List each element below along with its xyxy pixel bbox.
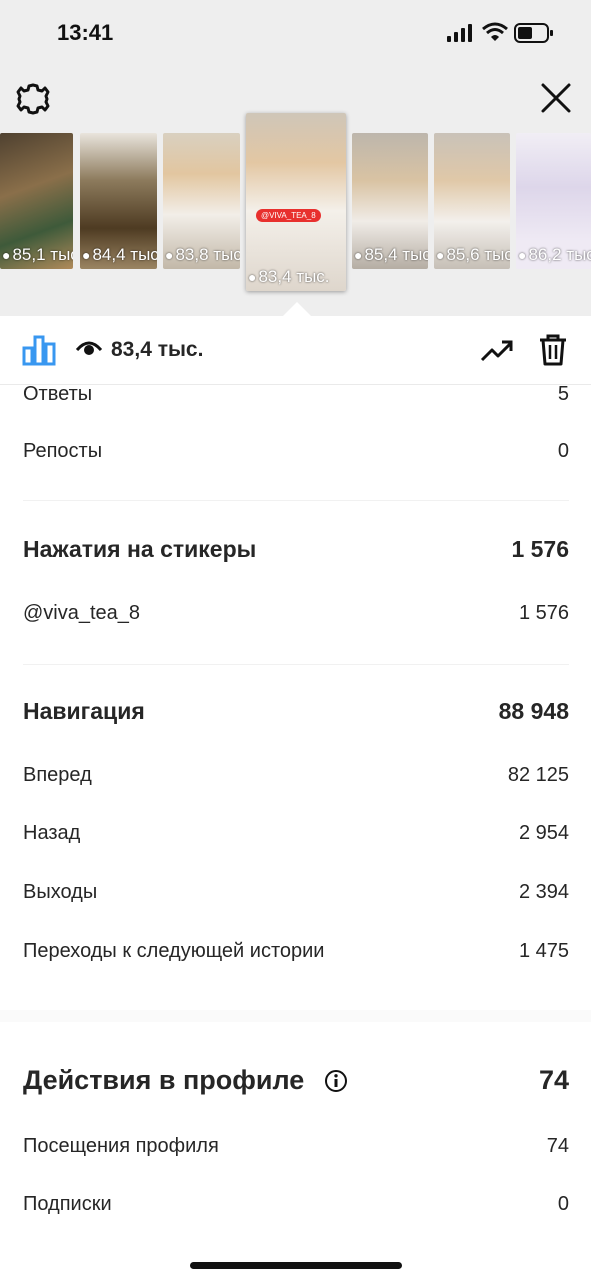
story-header: 13:41 ●85,1 тыс. ●84,4 тыс.	[0, 0, 591, 316]
stat-header-navigation: Навигация 88 948	[23, 694, 569, 728]
section-title-wrap: Действия в профиле	[23, 1065, 348, 1096]
stat-value: 1 475	[518, 939, 569, 962]
thumbnail-views: ●85,6 тыс.	[436, 245, 510, 265]
stat-row-forward: Вперед 82 125	[23, 761, 569, 789]
stat-row-replies: Ответы 5	[23, 380, 569, 408]
insights-toolbar: 83,4 тыс.	[0, 316, 591, 385]
section-value: 88 948	[498, 697, 569, 724]
thumbnail-views: ● 83,4 тыс.	[248, 267, 330, 287]
thumbnail-views-label: 83,8 тыс.	[175, 245, 240, 264]
stat-value: 0	[557, 439, 569, 462]
divider	[23, 500, 569, 501]
stat-value: 2 394	[518, 880, 569, 903]
eye-icon: ●	[248, 269, 257, 285]
thumbnail-views-label: 83,4 тыс.	[258, 267, 330, 286]
close-icon[interactable]	[540, 82, 572, 114]
trending-icon[interactable]	[480, 338, 514, 364]
stat-row-sticker-viva-tea: @viva_tea_8 1 576	[23, 599, 569, 627]
thumbnail-views-label: 84,4 тыс.	[92, 245, 157, 264]
thumbnail-views-label: 86,2 тыс.	[528, 245, 591, 264]
thumbnail-views: ● 84,4 тыс.	[82, 245, 157, 265]
battery-icon	[514, 23, 553, 43]
story-thumbnail[interactable]: ● 84,4 тыс.	[80, 133, 157, 269]
stat-label: @viva_tea_8	[23, 601, 141, 624]
stat-row-reposts: Репосты 0	[23, 437, 569, 465]
section-value: 74	[538, 1064, 569, 1095]
stat-row-follows: Подписки 0	[23, 1190, 569, 1218]
section-divider	[0, 1010, 591, 1022]
total-views: 83,4 тыс.	[111, 338, 204, 361]
trash-icon[interactable]	[538, 334, 568, 366]
stat-header-sticker-taps: Нажатия на стикеры 1 576	[23, 532, 569, 566]
thumbnail-views-label: 85,4 тыс.	[364, 245, 428, 264]
stat-label: Ответы	[23, 382, 93, 405]
insights-bars-icon[interactable]	[22, 334, 56, 366]
eye-icon	[76, 341, 102, 355]
sticker-tag: @VIVA_TEA_8	[256, 209, 321, 222]
thumbnail-views: ● 83,8 тыс.	[165, 245, 240, 265]
eye-icon: ●	[165, 247, 174, 263]
section-value: 1 576	[511, 535, 569, 562]
stat-label: Выходы	[23, 880, 98, 903]
section-title: Нажатия на стикеры	[23, 535, 257, 562]
info-icon[interactable]	[324, 1069, 348, 1093]
stat-row-profile-visits: Посещения профиля 74	[23, 1132, 569, 1160]
eye-icon: ●	[518, 247, 527, 263]
story-thumbnail[interactable]: ●85,1 тыс.	[0, 133, 73, 269]
eye-icon: ●	[2, 247, 11, 263]
story-thumbnail[interactable]: ●86,2 тыс.	[516, 133, 591, 269]
stat-row-exits: Выходы 2 394	[23, 878, 569, 906]
home-indicator[interactable]	[190, 1262, 402, 1269]
story-thumbnail[interactable]: ● 83,8 тыс.	[163, 133, 240, 269]
status-time: 13:41	[57, 20, 114, 45]
story-thumbnail-strip[interactable]: ●85,1 тыс. ●84,4 тыс. ●83,8 тыс. @VIVA_T…	[0, 113, 591, 293]
selected-pointer	[283, 302, 311, 316]
stat-value: 1 576	[518, 601, 569, 624]
signal-icon	[447, 24, 472, 42]
section-title: Действия в профиле	[23, 1064, 305, 1095]
stat-label: Переходы к следующей истории	[23, 939, 325, 962]
eye-icon: ●	[354, 247, 363, 263]
thumbnail-views: ●85,4 тыс.	[354, 245, 428, 265]
story-thumbnail[interactable]: ●85,4 тыс.	[352, 133, 428, 269]
stat-label: Подписки	[23, 1192, 112, 1215]
thumbnail-views-label: 85,6 тыс.	[446, 245, 510, 264]
section-title: Навигация	[23, 697, 145, 724]
stat-value: 0	[557, 1192, 569, 1215]
stat-label: Назад	[23, 821, 81, 844]
eye-icon: ●	[436, 247, 445, 263]
stat-row-back: Назад 2 954	[23, 819, 569, 847]
stat-value: 74	[546, 1134, 569, 1157]
stat-value: 5	[557, 382, 569, 405]
divider	[23, 664, 569, 665]
thumbnail-views-label: 85,1 тыс.	[12, 245, 73, 264]
stat-header-profile-actions: Действия в профиле 74	[23, 1060, 569, 1100]
settings-gear-icon[interactable]	[16, 82, 50, 116]
stat-label: Посещения профиля	[23, 1134, 219, 1157]
story-thumbnail[interactable]: ●85,6 тыс.	[434, 133, 510, 269]
wifi-icon	[482, 22, 508, 41]
stat-value: 2 954	[518, 821, 569, 844]
stat-label: Репосты	[23, 439, 103, 462]
eye-icon: ●	[82, 247, 91, 263]
stat-row-next-story: Переходы к следующей истории 1 475	[23, 937, 569, 965]
stat-label: Вперед	[23, 763, 92, 786]
thumbnail-views: ●86,2 тыс.	[518, 245, 591, 265]
story-thumbnail-selected[interactable]: @VIVA_TEA_8 ● 83,4 тыс.	[246, 113, 346, 291]
thumbnail-views: ●85,1 тыс.	[2, 245, 73, 265]
stat-value: 82 125	[507, 763, 569, 786]
status-bar: 13:41	[0, 0, 591, 70]
